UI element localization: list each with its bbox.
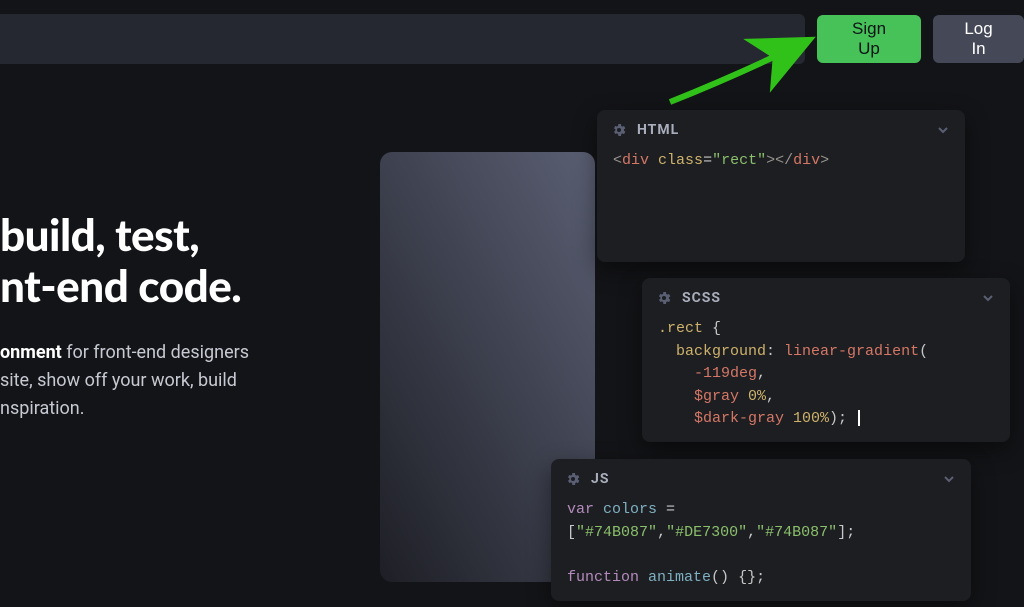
chevron-down-icon[interactable] [941,471,957,487]
text-cursor [858,410,860,426]
editor-panel-js: JS var colors = ["#74B087","#DE7300","#7… [551,459,971,601]
top-bar: Sign Up Log In [0,14,1024,64]
chevron-down-icon[interactable] [980,290,996,306]
panel-title: JS [591,471,609,487]
search-input[interactable] [0,14,805,64]
gear-icon[interactable] [656,290,672,306]
editor-panel-html: HTML <div class="rect"></div> [597,110,965,262]
code-js[interactable]: var colors = ["#74B087","#DE7300","#74B0… [551,497,971,595]
signup-button[interactable]: Sign Up [817,15,921,63]
gear-icon[interactable] [611,122,627,138]
panel-title: SCSS [682,290,721,306]
gear-icon[interactable] [565,471,581,487]
editor-panel-scss: SCSS .rect { background: linear-gradient… [642,278,1010,442]
login-button[interactable]: Log In [933,15,1024,63]
hero-description: onment for front-end designerssite, show… [0,339,360,423]
panel-title: HTML [637,122,679,138]
code-html[interactable]: <div class="rect"></div> [597,148,965,179]
chevron-down-icon[interactable] [935,122,951,138]
code-scss[interactable]: .rect { background: linear-gradient( -11… [642,316,1010,437]
hero-heading: build, test,nt-end code. [0,210,360,311]
hero-section: build, test,nt-end code. onment for fron… [0,210,360,423]
